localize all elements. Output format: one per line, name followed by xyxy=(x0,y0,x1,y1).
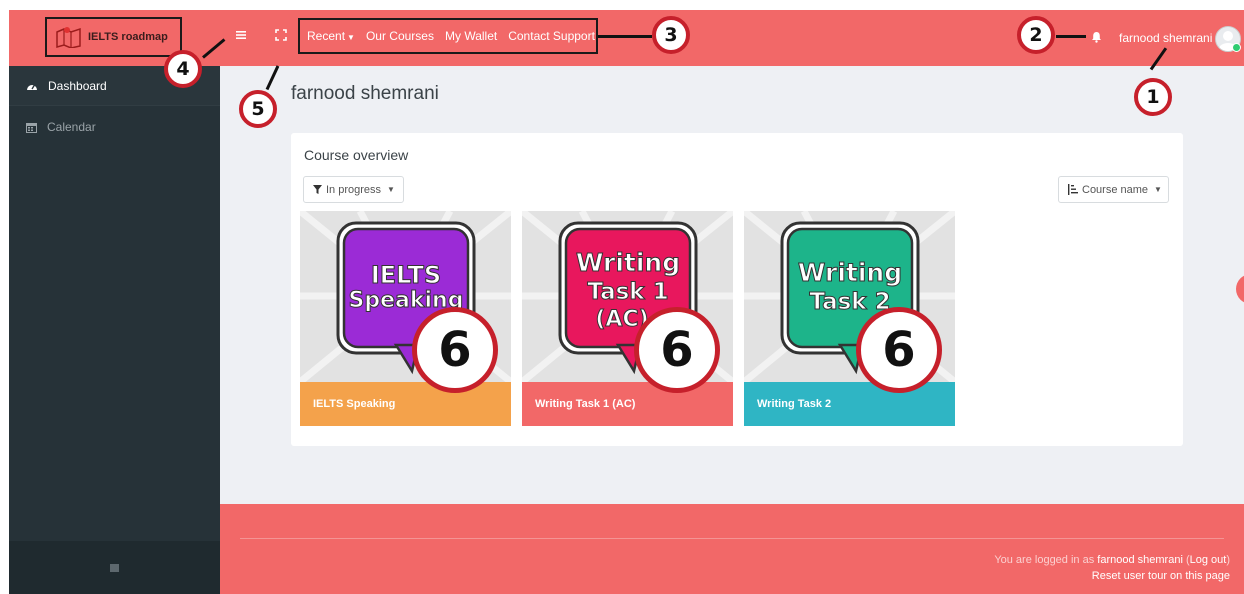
course-image-line1: Writing xyxy=(576,248,680,277)
online-status-dot xyxy=(1232,43,1241,52)
logged-in-info: You are logged in as farnood shemrani (L… xyxy=(994,554,1230,566)
filter-label: In progress xyxy=(326,183,382,196)
filter-icon xyxy=(313,185,322,194)
brand-name: IELTS roadmap xyxy=(88,31,168,43)
sort-icon xyxy=(1068,184,1078,195)
user-menu-name[interactable]: farnood shemrani xyxy=(1119,31,1212,45)
footer-divider xyxy=(240,538,1224,539)
annotation-connector xyxy=(598,35,652,38)
sidebar-item-label: Calendar xyxy=(47,120,96,134)
course-name[interactable]: IELTS Speaking xyxy=(300,382,511,426)
annotation-badge-1: 1 xyxy=(1134,78,1172,116)
annotation-connector xyxy=(265,65,280,91)
course-image-line1: IELTS xyxy=(371,261,441,289)
annotation-badge-3: 3 xyxy=(652,16,690,54)
course-overview-title: Course overview xyxy=(304,147,409,163)
collapse-icon[interactable] xyxy=(110,564,119,572)
sidebar: Dashboard Calendar xyxy=(9,66,220,594)
hamburger-icon[interactable] xyxy=(235,28,247,44)
page-footer: You are logged in as farnood shemrani (L… xyxy=(220,504,1244,594)
sidebar-footer xyxy=(9,541,220,594)
dashboard-icon xyxy=(27,84,37,90)
main-nav-links: Recent ▼ Our Courses My Wallet Contact Su… xyxy=(298,18,598,54)
app-window: IELTS roadmap Recent ▼ Our Courses My Wal… xyxy=(9,10,1244,594)
course-name[interactable]: Writing Task 1 (AC) xyxy=(522,382,733,426)
nav-our-courses[interactable]: Our Courses xyxy=(366,29,434,43)
course-overview-card: Course overview In progress ▼ Course nam… xyxy=(291,133,1183,446)
drawer-toggle-tab[interactable] xyxy=(1236,274,1244,304)
bell-icon[interactable] xyxy=(1091,30,1102,48)
sort-dropdown-button[interactable]: Course name ▼ xyxy=(1058,176,1169,203)
annotation-badge-6: 6 xyxy=(634,307,720,393)
nav-my-wallet[interactable]: My Wallet xyxy=(445,29,497,43)
map-logo-icon xyxy=(56,27,81,48)
annotation-badge-5: 5 xyxy=(239,90,277,128)
chevron-down-icon: ▼ xyxy=(387,185,395,194)
annotation-badge-2: 2 xyxy=(1017,16,1055,54)
brand-logo-box[interactable]: IELTS roadmap xyxy=(45,17,182,57)
annotation-badge-6: 6 xyxy=(856,307,942,393)
sidebar-item-label: Dashboard xyxy=(48,78,107,93)
reset-tour-link[interactable]: Reset user tour on this page xyxy=(1092,570,1230,582)
filter-dropdown-button[interactable]: In progress ▼ xyxy=(303,176,404,203)
course-name[interactable]: Writing Task 2 xyxy=(744,382,955,426)
sidebar-item-calendar[interactable]: Calendar xyxy=(9,107,220,147)
chevron-down-icon: ▼ xyxy=(1154,185,1162,194)
course-image-line2: Task 1 xyxy=(587,279,668,305)
logout-paren-close: ) xyxy=(1226,554,1230,566)
page-title: farnood shemrani xyxy=(291,83,439,104)
chevron-down-icon: ▼ xyxy=(347,33,355,42)
logged-in-prefix: You are logged in as xyxy=(994,554,1095,566)
fullscreen-icon[interactable] xyxy=(275,28,287,44)
annotation-connector xyxy=(1056,35,1086,38)
nav-contact-support[interactable]: Contact Support xyxy=(508,29,595,43)
nav-recent-label: Recent xyxy=(307,29,346,43)
logout-link[interactable]: Log out xyxy=(1190,554,1227,566)
calendar-icon xyxy=(26,122,37,133)
footer-user-link[interactable]: farnood shemrani xyxy=(1097,554,1183,566)
annotation-badge-4: 4 xyxy=(164,50,202,88)
nav-recent-dropdown[interactable]: Recent ▼ xyxy=(307,29,355,43)
course-image-line1: Writing xyxy=(798,258,902,287)
annotation-badge-6: 6 xyxy=(412,307,498,393)
sort-label: Course name xyxy=(1082,183,1149,196)
